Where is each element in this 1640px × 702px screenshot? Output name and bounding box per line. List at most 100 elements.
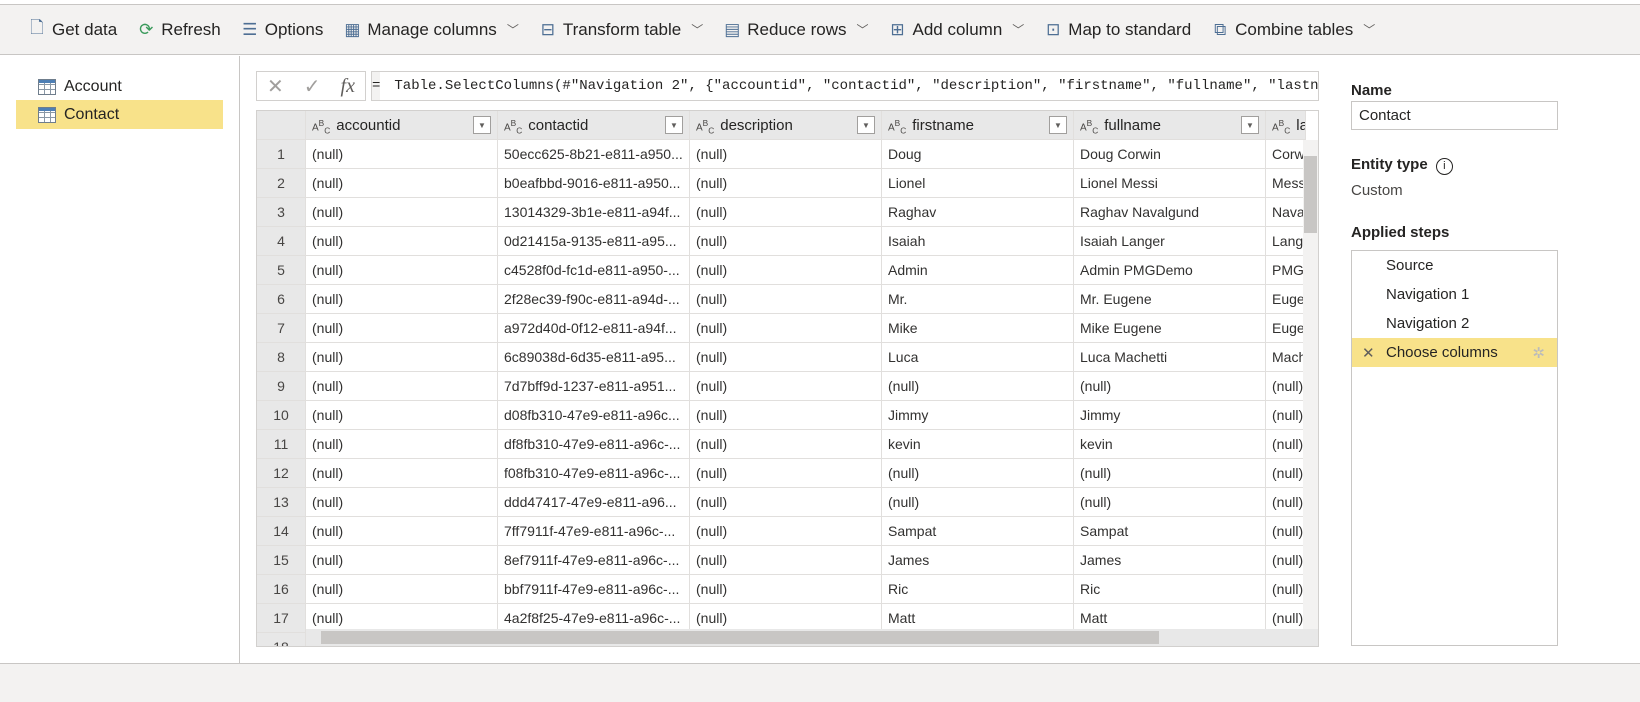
table-cell[interactable]: f08fb310-47e9-e811-a96c-... [498, 459, 690, 488]
row-number[interactable]: 3 [257, 198, 306, 227]
delete-step-icon[interactable]: ✕ [1362, 344, 1375, 362]
table-cell[interactable]: kevin [1074, 430, 1266, 459]
table-cell[interactable]: (null) [690, 256, 882, 285]
row-number[interactable]: 6 [257, 285, 306, 314]
table-cell[interactable]: (null) [1266, 517, 1306, 546]
row-number[interactable]: 11 [257, 430, 306, 459]
table-cell[interactable]: (null) [1074, 459, 1266, 488]
column-filter-dropdown-icon[interactable]: ▼ [1049, 116, 1067, 134]
name-input[interactable]: Contact [1351, 101, 1558, 130]
table-cell[interactable]: (null) [1266, 430, 1306, 459]
table-cell[interactable]: Nava [1266, 198, 1306, 227]
applied-step-source[interactable]: Source [1352, 251, 1557, 280]
table-cell[interactable]: (null) [1266, 488, 1306, 517]
table-cell[interactable]: df8fb310-47e9-e811-a96c-... [498, 430, 690, 459]
table-cell[interactable]: (null) [690, 430, 882, 459]
table-cell[interactable]: (null) [306, 430, 498, 459]
row-number[interactable]: 2 [257, 169, 306, 198]
table-cell[interactable]: (null) [882, 372, 1074, 401]
table-cell[interactable]: (null) [1074, 488, 1266, 517]
chevron-down-icon[interactable]: ﹀ [507, 21, 519, 38]
table-cell[interactable]: 13014329-3b1e-e811-a94f... [498, 198, 690, 227]
toolbar-button-combine-tables[interactable]: ⧉ Combine tables ﹀ [1209, 19, 1375, 41]
table-cell[interactable]: (null) [306, 343, 498, 372]
table-cell[interactable]: 8ef7911f-47e9-e811-a96c-... [498, 546, 690, 575]
table-cell[interactable]: (null) [306, 169, 498, 198]
table-cell[interactable]: Mr. [882, 285, 1074, 314]
table-cell[interactable]: kevin [882, 430, 1074, 459]
table-cell[interactable]: (null) [306, 488, 498, 517]
toolbar-button-reduce-rows[interactable]: ▤ Reduce rows ﹀ [721, 19, 868, 41]
row-number[interactable]: 17 [257, 604, 306, 633]
row-number[interactable]: 7 [257, 314, 306, 343]
table-cell[interactable]: (null) [306, 546, 498, 575]
row-number[interactable]: 9 [257, 372, 306, 401]
table-cell[interactable]: b0eafbbd-9016-e811-a950... [498, 169, 690, 198]
applied-step-navigation-1[interactable]: Navigation 1 [1352, 280, 1557, 309]
table-cell[interactable]: Mach [1266, 343, 1306, 372]
table-cell[interactable]: Euge [1266, 285, 1306, 314]
table-cell[interactable]: (null) [306, 256, 498, 285]
chevron-down-icon[interactable]: ﹀ [1012, 21, 1024, 38]
table-cell[interactable]: Jimmy [882, 401, 1074, 430]
text-type-icon[interactable]: ABC [888, 118, 906, 135]
table-cell[interactable]: Luca Machetti [1074, 343, 1266, 372]
table-cell[interactable]: Jimmy [1074, 401, 1266, 430]
table-cell[interactable]: ddd47417-47e9-e811-a96... [498, 488, 690, 517]
table-cell[interactable]: (null) [690, 546, 882, 575]
table-cell[interactable]: Doug Corwin [1074, 140, 1266, 169]
table-cell[interactable]: Lang [1266, 227, 1306, 256]
table-cell[interactable]: Lionel Messi [1074, 169, 1266, 198]
column-header-last[interactable]: ABC last [1266, 111, 1306, 140]
horizontal-scrollbar[interactable] [306, 629, 1318, 646]
table-cell[interactable]: (null) [1074, 372, 1266, 401]
table-cell[interactable]: bbf7911f-47e9-e811-a96c-... [498, 575, 690, 604]
query-account[interactable]: Account [16, 72, 223, 101]
table-cell[interactable]: (null) [1266, 401, 1306, 430]
cancel-icon[interactable]: ✕ [267, 74, 284, 99]
vertical-scroll-thumb[interactable] [1304, 156, 1317, 233]
row-number[interactable]: 1 [257, 140, 306, 169]
table-cell[interactable]: Ric [882, 575, 1074, 604]
table-cell[interactable]: (null) [690, 517, 882, 546]
table-cell[interactable]: (null) [306, 459, 498, 488]
column-header-firstname[interactable]: ABC firstname ▼ [882, 111, 1074, 140]
table-cell[interactable]: d08fb310-47e9-e811-a96c... [498, 401, 690, 430]
formula-text[interactable]: Table.SelectColumns(#"Navigation 2", {"a… [394, 78, 1318, 94]
table-cell[interactable]: c4528f0d-fc1d-e811-a950-... [498, 256, 690, 285]
table-cell[interactable]: a972d40d-0f12-e811-a94f... [498, 314, 690, 343]
table-cell[interactable]: Luca [882, 343, 1074, 372]
table-cell[interactable]: (null) [690, 169, 882, 198]
table-cell[interactable]: (null) [306, 198, 498, 227]
table-cell[interactable]: (null) [1266, 372, 1306, 401]
applied-step-navigation-2[interactable]: Navigation 2 [1352, 309, 1557, 338]
table-cell[interactable]: (null) [690, 314, 882, 343]
table-cell[interactable]: (null) [306, 575, 498, 604]
table-cell[interactable]: PMG [1266, 256, 1306, 285]
table-cell[interactable]: Isaiah [882, 227, 1074, 256]
column-filter-dropdown-icon[interactable]: ▼ [473, 116, 491, 134]
column-filter-dropdown-icon[interactable]: ▼ [857, 116, 875, 134]
table-cell[interactable]: James [882, 546, 1074, 575]
table-cell[interactable]: (null) [690, 459, 882, 488]
table-cell[interactable]: Doug [882, 140, 1074, 169]
toolbar-button-get-data[interactable]: 🗋 Get data [26, 18, 117, 41]
table-cell[interactable]: Admin PMGDemo [1074, 256, 1266, 285]
table-cell[interactable]: (null) [690, 372, 882, 401]
table-cell[interactable]: (null) [690, 343, 882, 372]
formula-bar[interactable]: = Table.SelectColumns(#"Navigation 2", {… [371, 71, 1319, 101]
table-cell[interactable]: (null) [690, 285, 882, 314]
column-header-accountid[interactable]: ABC accountid ▼ [306, 111, 498, 140]
chevron-down-icon[interactable]: ﹀ [856, 21, 868, 38]
table-cell[interactable]: Raghav [882, 198, 1074, 227]
table-cell[interactable]: (null) [306, 314, 498, 343]
table-cell[interactable]: (null) [306, 140, 498, 169]
row-number[interactable]: 16 [257, 575, 306, 604]
column-filter-dropdown-icon[interactable]: ▼ [665, 116, 683, 134]
table-cell[interactable]: James [1074, 546, 1266, 575]
query-contact[interactable]: Contact [16, 100, 223, 129]
toolbar-button-transform-table[interactable]: ⊟ Transform table ﹀ [537, 19, 704, 41]
text-type-icon[interactable]: ABC [312, 118, 330, 135]
row-number[interactable]: 18 [257, 633, 306, 646]
table-cell[interactable]: 50ecc625-8b21-e811-a950... [498, 140, 690, 169]
